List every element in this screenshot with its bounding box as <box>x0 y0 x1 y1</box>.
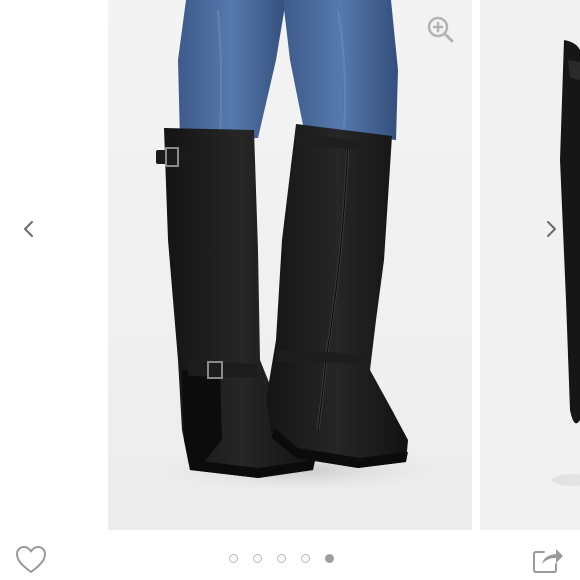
boots-photo <box>128 0 468 496</box>
image-actions-bar <box>0 530 580 580</box>
share-icon <box>533 549 563 573</box>
zoom-in-icon <box>427 16 454 43</box>
pagination-dot-2[interactable] <box>253 554 262 563</box>
product-image[interactable] <box>108 0 472 530</box>
next-slide-preview[interactable] <box>480 0 580 530</box>
share-button[interactable] <box>530 544 566 576</box>
partial-boot-photo <box>552 40 580 486</box>
next-image-button[interactable] <box>534 212 568 246</box>
heart-outline-icon <box>16 546 46 573</box>
pagination-dot-1[interactable] <box>229 554 238 563</box>
pagination-dot-3[interactable] <box>277 554 286 563</box>
chevron-left-icon <box>24 221 33 237</box>
previous-image-button[interactable] <box>12 212 46 246</box>
carousel-pagination <box>229 554 334 563</box>
image-carousel[interactable] <box>0 0 580 530</box>
zoom-button[interactable] <box>425 14 457 46</box>
pagination-dot-5-active[interactable] <box>325 554 334 563</box>
like-button[interactable] <box>14 544 48 576</box>
chevron-right-icon <box>547 221 556 237</box>
pagination-dot-4[interactable] <box>301 554 310 563</box>
